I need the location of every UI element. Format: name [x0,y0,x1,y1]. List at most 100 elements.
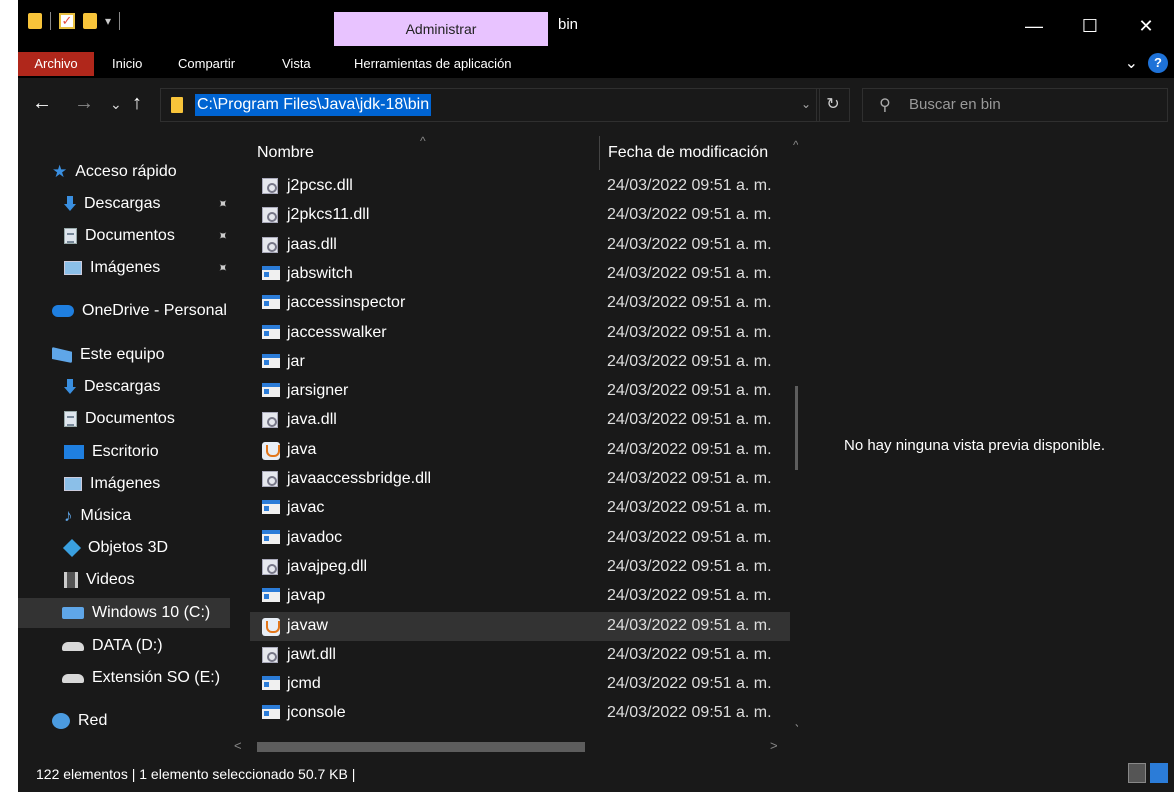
file-row[interactable]: java.dll 24/03/2022 09:51 a. m. [250,406,790,435]
tab-archivo[interactable]: Archivo [18,52,94,76]
document-icon [64,228,77,244]
file-row[interactable]: jarsigner 24/03/2022 09:51 a. m. [250,377,790,406]
file-name: jar [287,352,305,370]
file-name: jaccesswalker [287,323,387,341]
file-row[interactable]: javac 24/03/2022 09:51 a. m. [250,494,790,523]
column-header-name[interactable]: Nombre [257,144,314,162]
sidebar-item-label: Imágenes [90,259,161,276]
sidebar-item-este-equipo[interactable]: Este equipo [52,340,165,370]
sidebar-item-windows-c[interactable]: Windows 10 (C:) [18,598,230,628]
file-name: jconsole [287,704,346,722]
file-row[interactable]: j2pcsc.dll 24/03/2022 09:51 a. m. [250,172,790,201]
file-date: 24/03/2022 09:51 a. m. [607,470,772,487]
file-row[interactable]: jconsole 24/03/2022 09:51 a. m. [250,699,790,728]
customize-toolbar-icon[interactable]: ▾ [105,14,111,28]
sidebar-item-onedrive[interactable]: OneDrive - Personal [52,296,227,326]
file-date: 24/03/2022 09:51 a. m. [607,235,772,253]
properties-icon[interactable]: ✓ [59,13,75,29]
file-name: javap [287,587,326,605]
help-icon[interactable]: ? [1148,53,1168,73]
expand-ribbon-icon[interactable]: ⌄ [1125,53,1138,73]
file-row[interactable]: java 24/03/2022 09:51 a. m. [250,436,790,465]
file-row[interactable]: javadoc 24/03/2022 09:51 a. m. [250,524,790,553]
file-date: 24/03/2022 09:51 a. m. [607,557,772,575]
forward-arrow-icon[interactable]: → [74,92,94,115]
file-date: 24/03/2022 09:51 a. m. [607,675,772,693]
details-view-icon[interactable] [1128,763,1146,783]
new-folder-icon[interactable] [83,13,97,29]
maximize-button[interactable]: ☐ [1062,10,1118,44]
sidebar-item-extension-so-e[interactable]: Extensión SO (E:) [62,663,220,693]
file-row[interactable]: j2pkcs11.dll 24/03/2022 09:51 a. m. [250,201,790,230]
column-header-date[interactable]: Fecha de modificación [608,144,768,162]
file-name: javadoc [287,528,343,546]
application-icon [262,676,280,691]
dll-file-icon [262,178,278,194]
sidebar-item-descargas-pinned[interactable]: Descargas ✦ [64,189,232,219]
address-bar[interactable]: C:\Program Files\Java\jdk-18\bin ⌄ [160,88,820,122]
search-box[interactable]: ⚲ Buscar en bin [862,88,1168,122]
tab-herramientas-de-aplicacion[interactable]: Herramientas de aplicación [354,52,512,76]
up-arrow-icon[interactable]: ↑ [132,92,142,115]
sidebar-item-label: Imágenes [90,475,161,492]
sidebar-item-label: Este equipo [80,346,165,363]
title-bar: ✓ ▾ Administrar bin — ☐ ✕ [18,0,1174,48]
file-date: 24/03/2022 09:51 a. m. [607,499,772,517]
horizontal-scroll-thumb[interactable] [257,742,585,752]
file-row[interactable]: jaccesswalker 24/03/2022 09:51 a. m. [250,319,790,348]
sidebar-item-documentos-pinned[interactable]: Documentos ✦ [64,221,232,251]
sidebar-item-descargas[interactable]: Descargas [64,372,160,402]
large-icons-view-icon[interactable] [1150,763,1168,783]
scroll-right-icon[interactable]: > [770,738,778,753]
file-row[interactable]: jawt.dll 24/03/2022 09:51 a. m. [250,641,790,670]
file-row[interactable]: jar 24/03/2022 09:51 a. m. [250,348,790,377]
file-row[interactable]: javaaccessbridge.dll 24/03/2022 09:51 a. … [250,465,790,494]
sidebar-item-data-d[interactable]: DATA (D:) [62,631,163,661]
file-row[interactable]: jabswitch 24/03/2022 09:51 a. m. [250,260,790,289]
file-explorer-window: ✓ ▾ Administrar bin — ☐ ✕ Archivo Inicio… [18,0,1174,792]
tab-vista[interactable]: Vista [282,52,311,76]
context-tab-administrar[interactable]: Administrar [334,12,548,46]
sidebar-item-imagenes-pinned[interactable]: Imágenes ✦ [64,253,232,283]
sidebar-item-documentos[interactable]: Documentos [64,404,175,434]
sidebar-item-imagenes[interactable]: Imágenes [64,469,160,499]
sidebar-item-red[interactable]: Red [52,706,107,736]
sidebar-item-label: Extensión SO (E:) [92,669,221,686]
scroll-left-icon[interactable]: < [234,738,242,753]
sidebar-item-videos[interactable]: Videos [64,565,135,595]
sidebar-item-objetos-3d[interactable]: Objetos 3D [62,533,168,563]
horizontal-scrollbar[interactable]: < > [230,738,790,756]
preview-pane: No hay ninguna vista previa disponible. [798,134,1174,756]
file-row[interactable]: javaw 24/03/2022 09:51 a. m. [250,611,790,641]
file-row[interactable]: jaccessinspector 24/03/2022 09:51 a. m. [250,289,790,318]
file-row[interactable]: jcmd 24/03/2022 09:51 a. m. [250,670,790,699]
back-arrow-icon[interactable]: ← [32,92,52,115]
file-row[interactable]: jaas.dll 24/03/2022 09:51 a. m. [250,231,790,260]
sidebar-item-label: Descargas [84,195,161,212]
cloud-icon [52,305,74,317]
dll-file-icon [262,207,278,224]
recent-locations-icon[interactable]: ⌄ [110,96,122,113]
sidebar-item-musica[interactable]: ♪ Música [64,501,131,531]
refresh-button[interactable]: ↻ [816,88,850,122]
sidebar-item-escritorio[interactable]: Escritorio [64,437,159,467]
star-icon: ★ [52,162,68,181]
file-row[interactable]: javajpeg.dll 24/03/2022 09:51 a. m. [250,553,790,582]
tab-inicio[interactable]: Inicio [112,52,142,76]
file-date: 24/03/2022 09:51 a. m. [607,264,772,282]
column-divider[interactable] [599,136,600,170]
tab-compartir[interactable]: Compartir [178,52,235,76]
file-date: 24/03/2022 09:51 a. m. [607,352,772,370]
file-row[interactable]: javap 24/03/2022 09:51 a. m. [250,582,790,611]
close-button[interactable]: ✕ [1118,10,1174,44]
application-icon [262,588,280,603]
minimize-button[interactable]: — [1006,10,1062,44]
address-path[interactable]: C:\Program Files\Java\jdk-18\bin [195,94,432,116]
sidebar-item-acceso-rapido[interactable]: ★ Acceso rápido [52,157,177,187]
computer-icon [52,347,72,363]
file-date: 24/03/2022 09:51 a. m. [607,294,772,312]
dll-file-icon [262,236,278,253]
search-input[interactable]: Buscar en bin [909,96,1001,113]
videos-icon [64,572,78,588]
address-dropdown-icon[interactable]: ⌄ [801,97,811,111]
